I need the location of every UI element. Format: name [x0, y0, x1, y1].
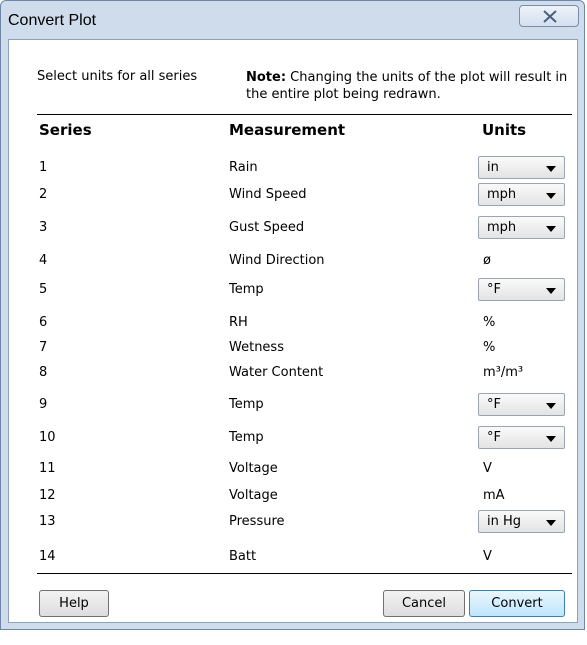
units-dropdown-value: in: [487, 160, 499, 175]
units-value: ø: [483, 253, 491, 268]
chevron-down-icon: [546, 520, 556, 526]
help-button[interactable]: Help: [39, 590, 109, 617]
series-number: 3: [39, 220, 48, 235]
units-value: %: [483, 315, 496, 330]
series-measurement: Voltage: [229, 488, 278, 503]
series-measurement: Wind Speed: [229, 187, 307, 202]
series-measurement: Temp: [229, 397, 264, 412]
series-number: 14: [39, 549, 56, 564]
units-dropdown-value: mph: [487, 187, 517, 202]
units-dropdown[interactable]: in: [478, 156, 565, 179]
units-value: %: [483, 340, 496, 355]
units-dropdown[interactable]: mph: [478, 183, 565, 206]
header-measurement: Measurement: [229, 121, 346, 139]
units-dropdown[interactable]: mph: [478, 216, 565, 239]
header-series: Series: [39, 121, 92, 139]
series-number: 12: [39, 488, 56, 503]
series-number: 11: [39, 461, 56, 476]
series-measurement: RH: [229, 315, 248, 330]
chevron-down-icon: [546, 193, 556, 199]
chevron-down-icon: [546, 166, 556, 172]
series-number: 13: [39, 514, 56, 529]
units-dropdown[interactable]: °F: [478, 278, 565, 301]
series-number: 10: [39, 430, 56, 445]
series-number: 1: [39, 160, 48, 175]
chevron-down-icon: [546, 403, 556, 409]
series-measurement: Pressure: [229, 514, 285, 529]
note-text: Note: Changing the units of the plot wil…: [246, 69, 576, 103]
series-measurement: Wetness: [229, 340, 284, 355]
series-number: 4: [39, 253, 48, 268]
chevron-down-icon: [546, 288, 556, 294]
series-measurement: Gust Speed: [229, 220, 305, 235]
table-bottom-divider: [37, 573, 572, 574]
series-measurement: Rain: [229, 160, 258, 175]
note-label: Note:: [246, 70, 287, 85]
units-dropdown-value: °F: [487, 430, 501, 445]
units-value: m³/m³: [483, 365, 524, 380]
chevron-down-icon: [546, 226, 556, 232]
series-number: 2: [39, 187, 48, 202]
series-measurement: Wind Direction: [229, 253, 325, 268]
units-value: mA: [483, 488, 505, 503]
series-measurement: Batt: [229, 549, 257, 564]
header-units: Units: [482, 121, 527, 139]
series-number: 8: [39, 365, 48, 380]
series-measurement: Temp: [229, 282, 264, 297]
units-dropdown-value: °F: [487, 397, 501, 412]
note-body: Changing the units of the plot will resu…: [246, 70, 568, 102]
series-measurement: Voltage: [229, 461, 278, 476]
units-dropdown[interactable]: °F: [478, 393, 565, 416]
header-top-divider: [37, 114, 572, 115]
units-value: V: [483, 549, 492, 564]
units-dropdown[interactable]: in Hg: [478, 510, 565, 533]
units-dropdown[interactable]: °F: [478, 426, 565, 449]
series-number: 6: [39, 315, 48, 330]
convert-button[interactable]: Convert: [469, 590, 565, 617]
series-number: 7: [39, 340, 48, 355]
chevron-down-icon: [546, 436, 556, 442]
units-dropdown-value: mph: [487, 220, 517, 235]
units-dropdown-value: °F: [487, 282, 501, 297]
select-units-label: Select units for all series: [37, 69, 198, 84]
units-value: V: [483, 461, 492, 476]
cancel-button[interactable]: Cancel: [383, 590, 465, 617]
units-dropdown-value: in Hg: [487, 514, 522, 529]
series-measurement: Water Content: [229, 365, 324, 380]
series-number: 9: [39, 397, 48, 412]
series-measurement: Temp: [229, 430, 264, 445]
series-number: 5: [39, 282, 48, 297]
